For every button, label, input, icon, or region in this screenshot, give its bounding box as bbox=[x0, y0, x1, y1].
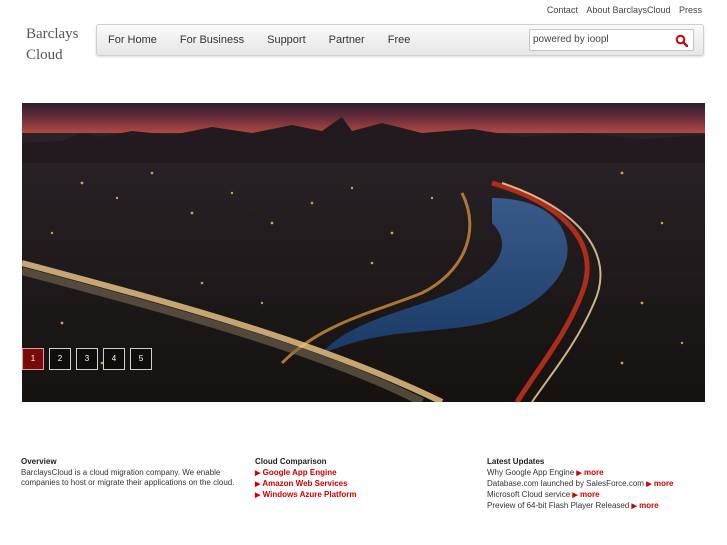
comparison-link-amazon[interactable]: ▶ Amazon Web Services bbox=[255, 479, 455, 490]
comparison-title: Cloud Comparison bbox=[255, 457, 327, 466]
arrow-icon: ▶ bbox=[631, 503, 637, 510]
search-box bbox=[529, 29, 694, 51]
update-item: Preview of 64-bit Flash Player Released … bbox=[487, 501, 659, 510]
arrow-icon: ▶ bbox=[255, 492, 261, 499]
top-links: Contact About BarclaysCloud Press bbox=[541, 5, 702, 15]
slider-nav: 1 2 3 4 5 bbox=[22, 348, 157, 370]
updates-title: Latest Updates bbox=[487, 457, 545, 466]
slide-button-3[interactable]: 3 bbox=[76, 348, 98, 370]
more-link[interactable]: ▶ more bbox=[572, 490, 599, 499]
overview-section: Overview BarclaysCloud is a cloud migrat… bbox=[21, 457, 236, 488]
arrow-icon: ▶ bbox=[646, 481, 652, 488]
contact-link[interactable]: Contact bbox=[547, 5, 578, 15]
nav-item-for-home[interactable]: For Home bbox=[108, 25, 157, 55]
about-link[interactable]: About BarclaysCloud bbox=[586, 5, 670, 15]
search-input[interactable] bbox=[533, 32, 663, 47]
nav-item-partner[interactable]: Partner bbox=[329, 25, 365, 55]
slide-button-1[interactable]: 1 bbox=[22, 348, 44, 370]
comparison-link-google[interactable]: ▶ Google App Engine bbox=[255, 468, 455, 479]
arrow-icon: ▶ bbox=[572, 492, 578, 499]
arrow-icon: ▶ bbox=[255, 470, 261, 477]
magnifier-icon[interactable] bbox=[675, 34, 688, 47]
nav-item-free[interactable]: Free bbox=[388, 25, 411, 55]
update-item: Microsoft Cloud service ▶ more bbox=[487, 490, 600, 499]
more-link[interactable]: ▶ more bbox=[576, 468, 603, 477]
slide-button-4[interactable]: 4 bbox=[103, 348, 125, 370]
arrow-icon: ▶ bbox=[255, 481, 261, 488]
comparison-link-azure[interactable]: ▶ Windows Azure Platform bbox=[255, 490, 455, 501]
overview-text: BarclaysCloud is a cloud migration compa… bbox=[21, 468, 235, 487]
latest-updates-section: Latest Updates Why Google App Engine ▶ m… bbox=[487, 457, 717, 512]
nav-item-for-business[interactable]: For Business bbox=[180, 25, 244, 55]
hero-banner: 1 2 3 4 5 bbox=[22, 103, 705, 402]
logo[interactable]: Barclays Cloud bbox=[26, 24, 78, 66]
cloud-comparison-section: Cloud Comparison ▶ Google App Engine ▶ A… bbox=[255, 457, 455, 501]
update-item: Database.com launched by SalesForce.com … bbox=[487, 479, 674, 488]
more-link[interactable]: ▶ more bbox=[646, 479, 673, 488]
overview-title: Overview bbox=[21, 457, 57, 466]
main-navbar: For Home For Business Support Partner Fr… bbox=[96, 24, 704, 56]
slide-button-2[interactable]: 2 bbox=[49, 348, 71, 370]
logo-line2: Cloud bbox=[26, 47, 63, 63]
logo-line1: Barclays bbox=[26, 26, 79, 42]
nav-item-support[interactable]: Support bbox=[267, 25, 306, 55]
press-link[interactable]: Press bbox=[679, 5, 702, 15]
nav-menu: For Home For Business Support Partner Fr… bbox=[108, 25, 433, 55]
more-link[interactable]: ▶ more bbox=[632, 501, 659, 510]
arrow-icon: ▶ bbox=[576, 470, 582, 477]
slide-button-5[interactable]: 5 bbox=[130, 348, 152, 370]
update-item: Why Google App Engine ▶ more bbox=[487, 468, 604, 477]
